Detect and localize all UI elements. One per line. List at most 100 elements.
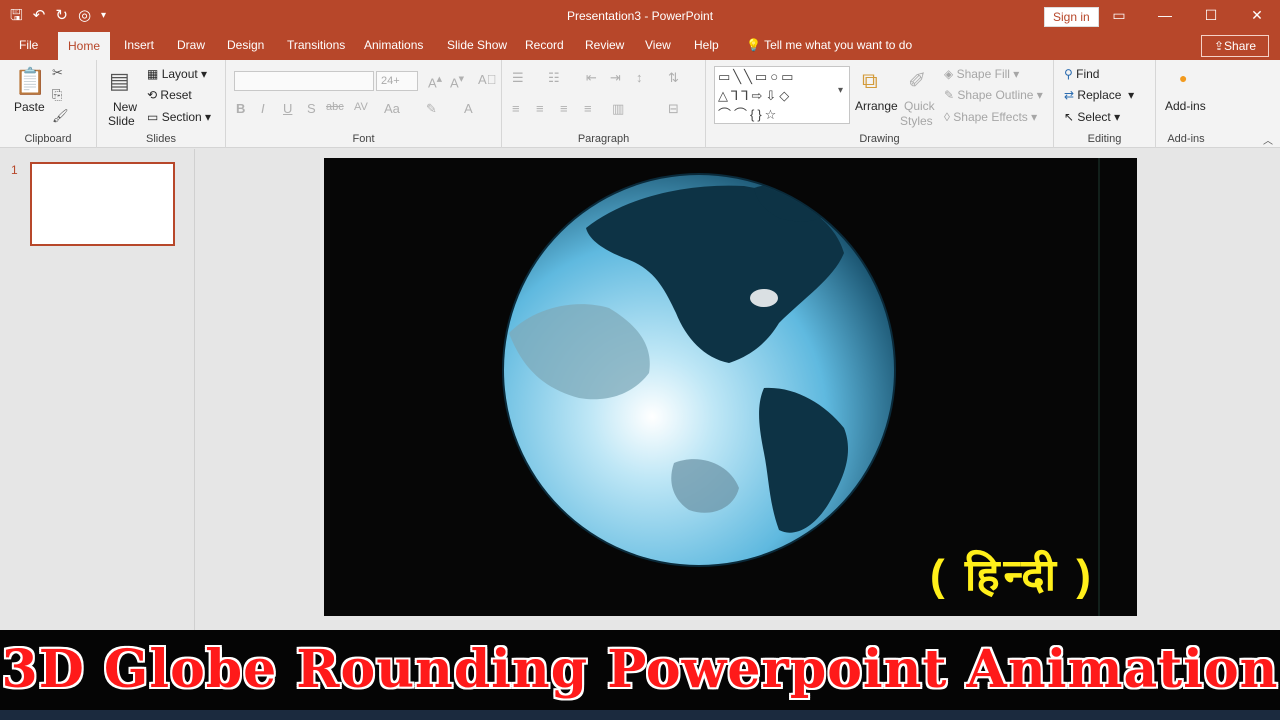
shape-outline-label: Shape Outline bbox=[957, 88, 1034, 102]
align-right-icon[interactable]: ≡ bbox=[560, 101, 568, 116]
increase-font-icon[interactable]: A▴ bbox=[428, 72, 442, 90]
tab-review[interactable]: Review bbox=[585, 38, 624, 52]
share-button[interactable]: ⇪Share bbox=[1201, 35, 1269, 57]
layout-button[interactable]: ▦ Layout ▾ bbox=[147, 67, 207, 81]
slides-pane: 1 bbox=[0, 149, 195, 630]
tell-me-search[interactable]: 💡 Tell me what you want to do bbox=[746, 38, 912, 52]
select-button[interactable]: ↖ Select ▾ bbox=[1064, 110, 1120, 124]
text-direction-icon[interactable]: ⇅ bbox=[668, 70, 679, 86]
collapse-ribbon-icon[interactable]: ︿ bbox=[1263, 132, 1273, 147]
decrease-indent-icon[interactable]: ⇤ bbox=[586, 70, 597, 86]
tab-transitions[interactable]: Transitions bbox=[287, 38, 345, 52]
slides-label: Slides bbox=[146, 133, 176, 145]
maximize-icon[interactable]: ☐ bbox=[1188, 0, 1234, 30]
slide-number: 1 bbox=[11, 163, 18, 177]
new-slide-label-2[interactable]: Slide bbox=[108, 114, 135, 128]
tab-draw[interactable]: Draw bbox=[177, 38, 205, 52]
close-icon[interactable]: ✕ bbox=[1234, 0, 1280, 30]
shape-effects-button[interactable]: ◊ Shape Effects ▾ bbox=[944, 110, 1037, 124]
tab-help[interactable]: Help bbox=[694, 38, 719, 52]
font-color-button[interactable]: A bbox=[464, 101, 473, 116]
format-painter-icon[interactable]: 🖌 bbox=[52, 108, 69, 124]
font-label: Font bbox=[352, 133, 375, 145]
align-text-icon[interactable]: ⊟ bbox=[668, 101, 679, 117]
font-name-box[interactable] bbox=[234, 71, 374, 91]
shape-fill-button[interactable]: ◈ Shape Fill ▾ bbox=[944, 67, 1019, 81]
find-button[interactable]: ⚲ Find bbox=[1064, 67, 1099, 81]
clipboard-label: Clipboard bbox=[24, 133, 72, 145]
replace-button[interactable]: ⇄ Replace ▾ bbox=[1064, 88, 1134, 102]
highlight-icon[interactable]: ✎ bbox=[426, 101, 437, 117]
pen-icon: ✎ bbox=[944, 88, 955, 102]
addins-button[interactable]: Add-ins bbox=[1165, 99, 1206, 113]
bold-button[interactable]: B bbox=[236, 101, 245, 116]
paste-button[interactable]: Paste bbox=[14, 100, 45, 114]
quick-styles-label-1[interactable]: Quick bbox=[904, 99, 935, 113]
section-label: Section bbox=[161, 110, 202, 124]
taskbar bbox=[0, 710, 1280, 720]
paint-bucket-icon: ◈ bbox=[944, 67, 954, 81]
tab-home[interactable]: Home bbox=[58, 32, 111, 60]
bullets-icon[interactable]: ☰ bbox=[512, 70, 524, 86]
justify-icon[interactable]: ≡ bbox=[584, 101, 592, 116]
video-banner: 3D Globe Rounding Powerpoint Animation bbox=[0, 630, 1280, 710]
shapes-gallery[interactable]: ▭╲╲▭○▭ △⅂⅂⇨⇩◇ ⌒⌒{}☆ bbox=[714, 66, 850, 124]
tab-animations[interactable]: Animations bbox=[364, 38, 423, 52]
align-center-icon[interactable]: ≡ bbox=[536, 101, 544, 116]
slide-thumbnail[interactable] bbox=[30, 162, 175, 246]
strikethrough-button[interactable]: abc bbox=[326, 101, 344, 113]
layout-label: Layout bbox=[161, 67, 198, 81]
shape-fill-label: Shape Fill bbox=[956, 67, 1010, 81]
addins-group: ● Add-ins Add-ins bbox=[1156, 60, 1216, 148]
paragraph-group: ☰ ☷ ⇤ ⇥ ↕ ⇅ ≡ ≡ ≡ ≡ ▥ ⊟ Paragraph bbox=[502, 60, 706, 148]
drawing-label: Drawing bbox=[859, 133, 900, 145]
tab-file[interactable]: File bbox=[19, 38, 38, 52]
tab-view[interactable]: View bbox=[645, 38, 671, 52]
tab-design[interactable]: Design bbox=[227, 38, 264, 52]
banner-title: 3D Globe Rounding Powerpoint Animation bbox=[1, 639, 1279, 700]
tab-record[interactable]: Record bbox=[525, 38, 564, 52]
ribbon-display-icon[interactable]: ▭ bbox=[1096, 0, 1142, 30]
line-spacing-icon[interactable]: ↕ bbox=[636, 70, 643, 85]
section-icon: ▭ bbox=[147, 110, 159, 124]
quick-styles-label-2[interactable]: Styles bbox=[900, 114, 933, 128]
columns-icon[interactable]: ▥ bbox=[612, 101, 624, 117]
reset-label: Reset bbox=[160, 88, 192, 102]
layout-icon: ▦ bbox=[147, 67, 159, 81]
tab-insert[interactable]: Insert bbox=[124, 38, 154, 52]
numbering-icon[interactable]: ☷ bbox=[548, 70, 560, 86]
quick-styles-icon[interactable]: ✐ bbox=[908, 68, 926, 94]
tab-slide-show[interactable]: Slide Show bbox=[447, 38, 507, 52]
editing-label: Editing bbox=[1087, 133, 1122, 145]
paste-icon[interactable]: 📋 bbox=[14, 66, 46, 97]
copy-icon[interactable]: ⎘ bbox=[52, 87, 62, 103]
new-slide-label-1[interactable]: New bbox=[113, 100, 137, 114]
shape-outline-button[interactable]: ✎ Shape Outline ▾ bbox=[944, 88, 1043, 102]
shadow-button[interactable]: S bbox=[307, 101, 316, 116]
reset-button[interactable]: ⟲ Reset bbox=[147, 88, 192, 102]
sign-in-button[interactable]: Sign in bbox=[1044, 7, 1099, 27]
italic-button[interactable]: I bbox=[261, 101, 265, 116]
font-group: 24+ A▴ A▾ A⃠ B I U S abc AV Aa ✎ A Font bbox=[226, 60, 502, 148]
new-slide-icon[interactable]: ▤ bbox=[109, 68, 130, 94]
change-case-button[interactable]: Aa bbox=[384, 101, 400, 116]
arrange-button[interactable]: Arrange bbox=[855, 99, 898, 113]
slides-group: ▤ New Slide ▦ Layout ▾ ⟲ Reset ▭ Section… bbox=[97, 60, 226, 148]
minimize-icon[interactable]: — bbox=[1142, 0, 1188, 30]
decrease-font-icon[interactable]: A▾ bbox=[450, 72, 464, 90]
replace-label: Replace bbox=[1077, 88, 1122, 102]
character-spacing-button[interactable]: AV bbox=[354, 101, 368, 113]
clear-formatting-icon[interactable]: A⃠ bbox=[478, 72, 496, 87]
align-left-icon[interactable]: ≡ bbox=[512, 101, 520, 116]
replace-icon: ⇄ bbox=[1064, 88, 1075, 102]
arrange-icon[interactable]: ⧉ bbox=[862, 68, 878, 94]
cut-icon[interactable]: ✂ bbox=[52, 65, 63, 81]
increase-indent-icon[interactable]: ⇥ bbox=[610, 70, 621, 86]
shapes-more-icon[interactable]: ▾ bbox=[838, 85, 843, 96]
find-icon: ⚲ bbox=[1064, 67, 1073, 81]
cursor-icon: ↖ bbox=[1064, 110, 1075, 124]
font-size-box[interactable]: 24+ bbox=[376, 71, 418, 91]
section-button[interactable]: ▭ Section ▾ bbox=[147, 110, 211, 124]
addins-icon[interactable]: ● bbox=[1179, 70, 1187, 86]
underline-button[interactable]: U bbox=[283, 101, 292, 116]
